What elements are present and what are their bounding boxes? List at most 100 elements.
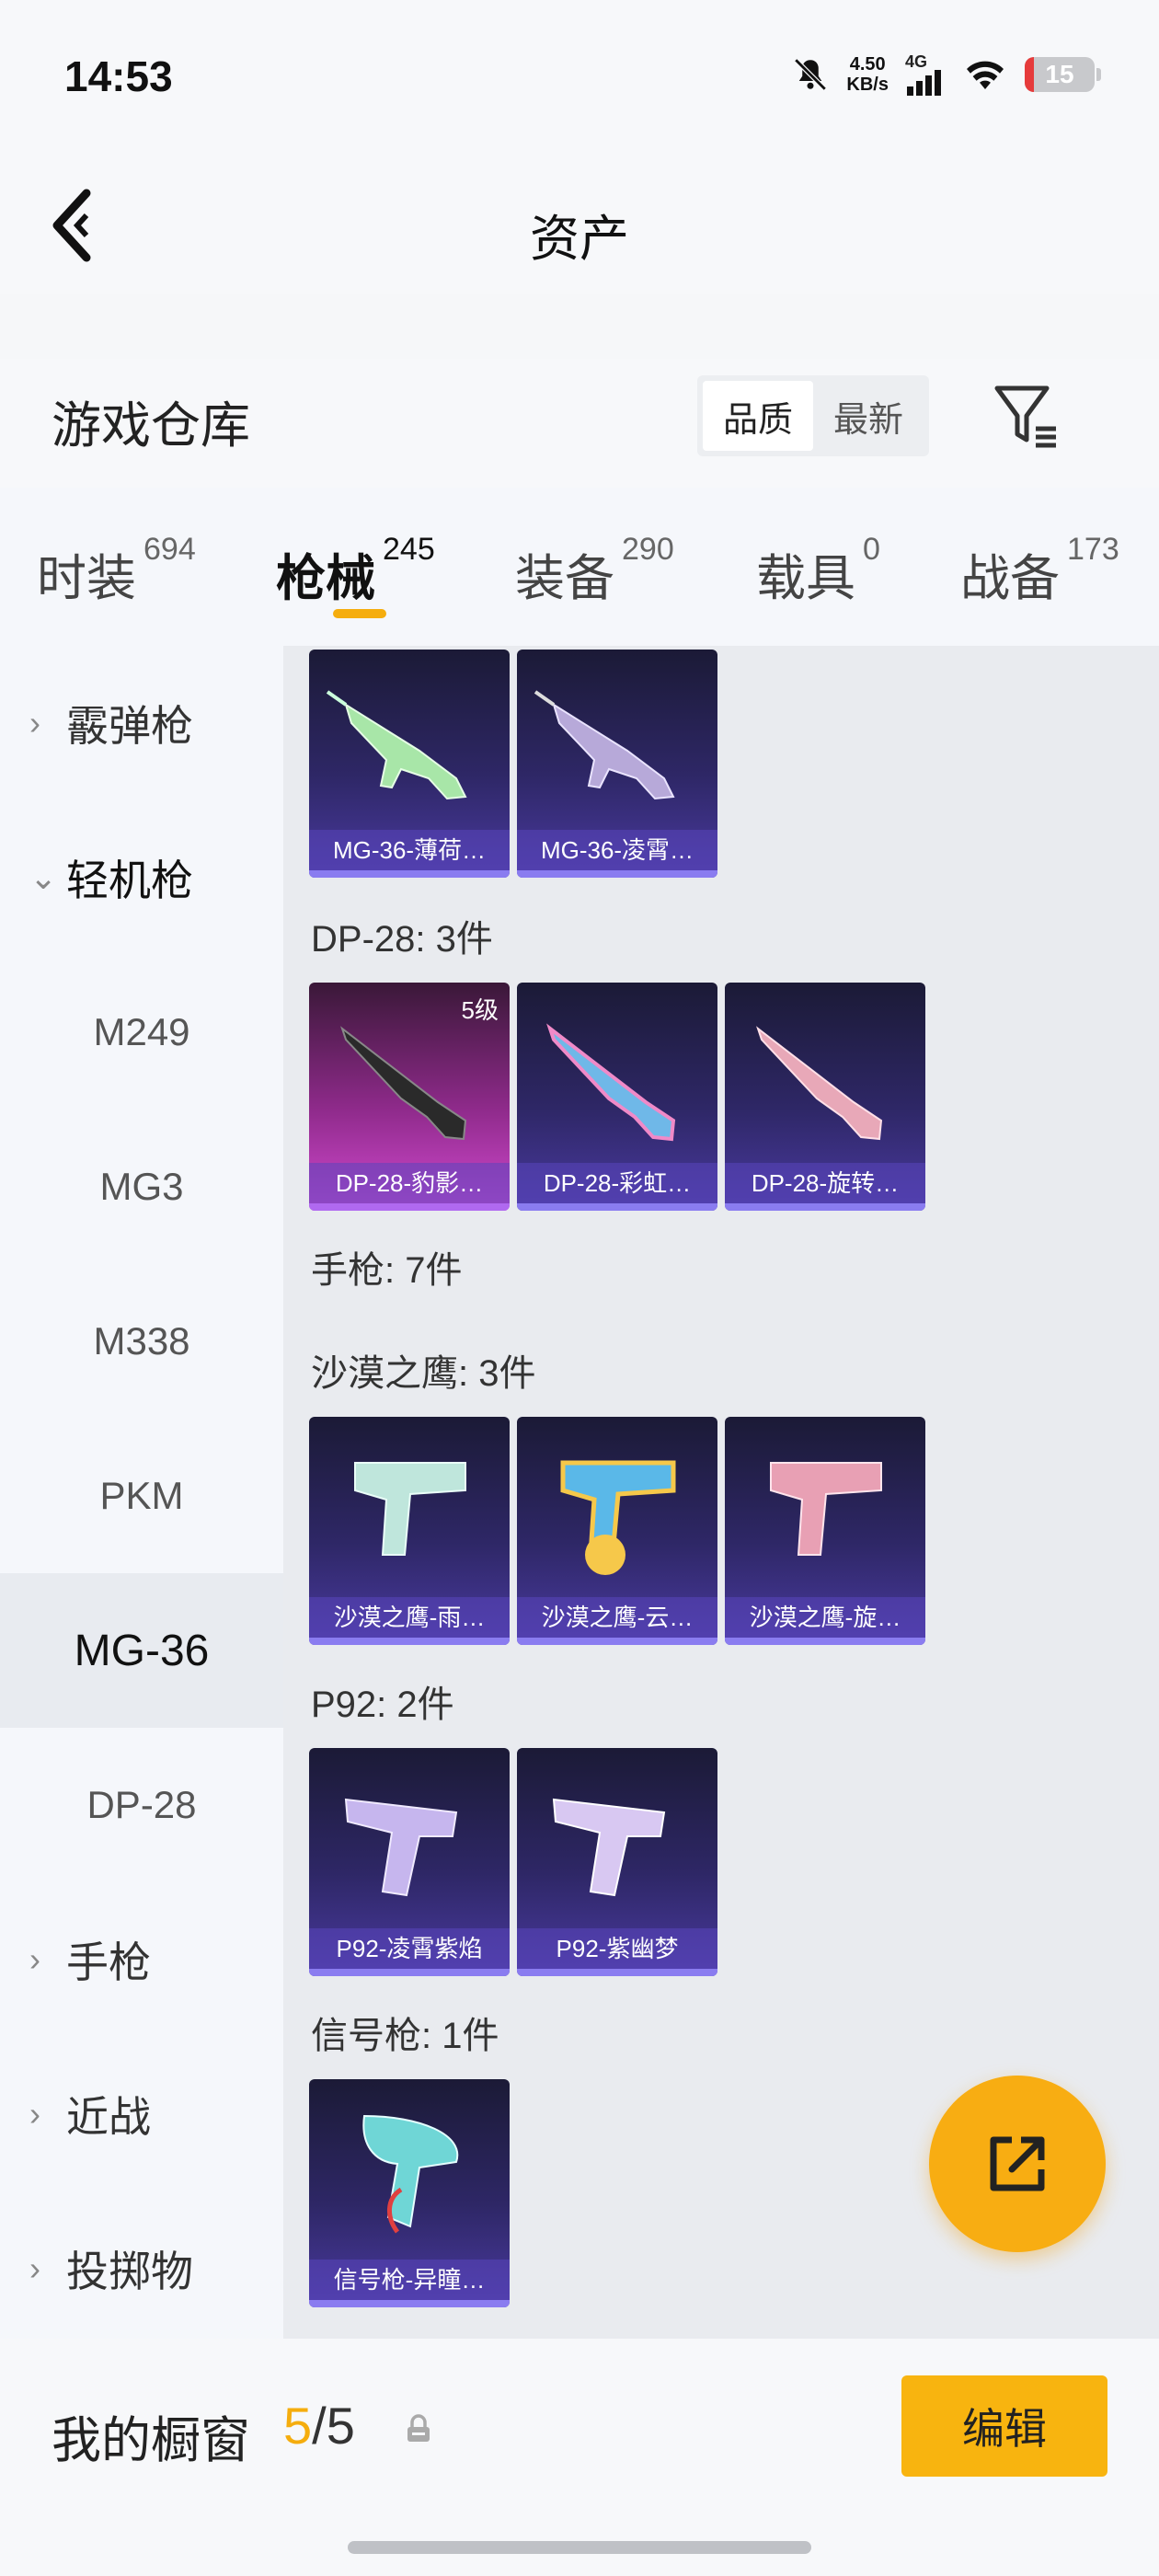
bell-off-icon	[794, 58, 828, 91]
battery-level: 15	[1045, 60, 1074, 88]
filter-icon	[994, 385, 1056, 448]
item-name: DP-28-豹影…	[309, 1163, 510, 1203]
showcase-count: 5/5	[283, 2396, 355, 2455]
section-header-pistol: 手枪: 7件	[311, 1250, 463, 1291]
sidebar-item-m249[interactable]: M249	[0, 955, 283, 1110]
tab-count: 173	[1067, 532, 1119, 567]
sidebar-item-label: 手枪	[66, 1938, 151, 1986]
signal-icon	[907, 70, 941, 96]
pistol-skin-icon	[560, 1460, 676, 1575]
item-name: MG-36-凌霄…	[517, 830, 717, 870]
item-card[interactable]: 沙漠之鹰-旋…	[725, 1417, 925, 1645]
home-indicator[interactable]	[348, 2541, 811, 2554]
section-header-desert-eagle: 沙漠之鹰: 3件	[311, 1353, 536, 1394]
tab-count: 0	[863, 532, 880, 567]
pistol-skin-icon	[552, 1798, 666, 1897]
chevron-right-icon: ›	[29, 704, 40, 742]
repository-title: 游戏仓库	[52, 398, 250, 454]
flare-gun-skin-icon	[362, 2114, 459, 2234]
status-icons: 4.50 KB/s 4G 15	[791, 53, 1101, 96]
item-card[interactable]: MG-36-薄荷…	[309, 650, 510, 878]
sidebar-item-pkm[interactable]: PKM	[0, 1419, 283, 1573]
filter-button[interactable]	[990, 379, 1063, 453]
rifle-skin-icon	[534, 690, 675, 800]
item-name: P92-紫幽梦	[517, 1928, 717, 1969]
showcase-current: 5	[283, 2397, 313, 2455]
pistol-skin-icon	[770, 1462, 882, 1556]
sidebar-item-mg36[interactable]: MG-36	[0, 1573, 283, 1728]
wifi-icon	[967, 61, 1004, 89]
item-name: MG-36-薄荷…	[309, 830, 510, 870]
tab-count: 290	[622, 532, 674, 567]
net-speed-unit: KB/s	[846, 75, 889, 95]
sidebar-item-pistol[interactable]: › 手枪	[0, 1882, 283, 2037]
item-name: 信号枪-异瞳…	[309, 2260, 510, 2300]
net-speed-value: 4.50	[849, 54, 886, 75]
sidebar-item-mg3[interactable]: MG3	[0, 1110, 283, 1264]
chevron-down-icon: ⌄	[29, 858, 58, 896]
bottom-bar: 我的橱窗 5/5 编辑	[0, 2339, 1159, 2576]
rifle-skin-icon	[756, 1026, 883, 1141]
showcase-total: /5	[312, 2397, 355, 2455]
sort-option-newest[interactable]: 最新	[813, 381, 924, 451]
sidebar-item-m338[interactable]: M338	[0, 1264, 283, 1419]
signal-group: 4G	[905, 53, 946, 96]
rifle-skin-icon	[546, 1023, 676, 1142]
item-card[interactable]: DP-28-彩虹…	[517, 983, 717, 1211]
pistol-skin-icon	[354, 1462, 466, 1556]
item-card[interactable]: 5级 DP-28-豹影…	[309, 983, 510, 1211]
item-card[interactable]: 沙漠之鹰-雨…	[309, 1417, 510, 1645]
item-name: DP-28-旋转…	[725, 1163, 925, 1203]
tab-count: 245	[383, 532, 435, 567]
item-card[interactable]: DP-28-旋转…	[725, 983, 925, 1211]
tab-vehicles[interactable]: 载具0	[756, 532, 880, 610]
item-name: DP-28-彩虹…	[517, 1163, 717, 1203]
sidebar-item-lmg[interactable]: ⌄ 轻机枪	[0, 800, 283, 955]
item-card[interactable]: P92-紫幽梦	[517, 1748, 717, 1976]
pistol-skin-icon	[344, 1798, 458, 1897]
item-name: 沙漠之鹰-雨…	[309, 1597, 510, 1638]
net-speed: 4.50 KB/s	[846, 54, 889, 95]
tab-label: 载具	[756, 551, 855, 606]
tab-fashion[interactable]: 时装694	[37, 532, 196, 610]
tab-firearms[interactable]: 枪械245	[276, 532, 435, 610]
item-name: P92-凌霄紫焰	[309, 1928, 510, 1969]
sidebar-item-shotgun[interactable]: › 霰弹枪	[0, 646, 283, 800]
item-card[interactable]: MG-36-凌霄…	[517, 650, 717, 878]
sidebar-item-label: 霰弹枪	[66, 702, 193, 750]
sidebar-item-throwables[interactable]: › 投掷物	[0, 2191, 283, 2346]
sidebar-item-label: 轻机枪	[66, 857, 193, 904]
status-bar: 14:53 4.50 KB/s 4G 15	[0, 0, 1159, 156]
showcase-label: 我的橱窗	[52, 2413, 250, 2468]
sort-option-quality[interactable]: 品质	[703, 381, 813, 451]
share-button[interactable]	[929, 2076, 1106, 2252]
category-tabs: 时装694 枪械245 装备290 载具0 战备173	[0, 488, 1159, 646]
tab-equipment[interactable]: 装备290	[515, 532, 674, 610]
item-name: 沙漠之鹰-旋…	[725, 1597, 925, 1638]
edit-button[interactable]: 编辑	[901, 2375, 1107, 2477]
sidebar-item-label: 近战	[66, 2093, 151, 2141]
tab-tactical[interactable]: 战备173	[960, 532, 1119, 610]
sort-toggle: 品质 最新	[697, 375, 929, 456]
network-type: 4G	[905, 52, 928, 71]
sidebar-item-dp28[interactable]: DP-28	[0, 1728, 283, 1882]
chevron-right-icon: ›	[29, 2095, 40, 2133]
active-tab-indicator	[333, 609, 386, 618]
tab-count: 694	[143, 532, 196, 567]
item-card[interactable]: 信号枪-异瞳…	[309, 2079, 510, 2307]
section-header-dp28: DP-28: 3件	[311, 919, 493, 960]
section-header-flare-gun: 信号枪: 1件	[311, 2016, 499, 2056]
chevron-right-icon: ›	[29, 2249, 40, 2287]
item-card[interactable]: 沙漠之鹰-云…	[517, 1417, 717, 1645]
item-card[interactable]: P92-凌霄紫焰	[309, 1748, 510, 1976]
tab-label: 时装	[37, 551, 136, 606]
tab-label: 枪械	[276, 551, 375, 606]
item-level-badge: 5级	[461, 996, 499, 1024]
tab-label: 装备	[515, 551, 614, 606]
battery-icon: 15	[1025, 57, 1101, 92]
rifle-skin-icon	[326, 690, 467, 800]
chevron-right-icon: ›	[29, 1940, 40, 1978]
page-title: 资产	[530, 212, 629, 267]
sidebar-item-melee[interactable]: › 近战	[0, 2037, 283, 2191]
section-header-p92: P92: 2件	[311, 1685, 454, 1725]
